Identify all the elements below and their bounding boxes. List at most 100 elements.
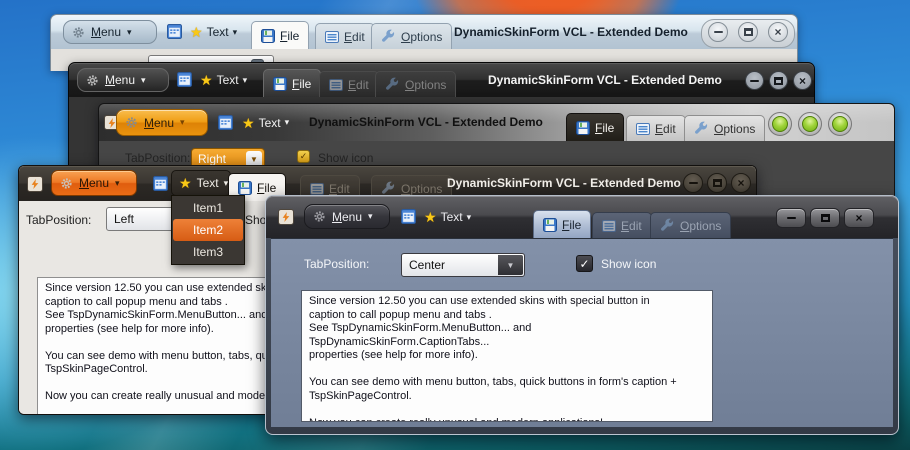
minimize-icon bbox=[688, 182, 698, 184]
check-icon: ✓ bbox=[299, 151, 308, 161]
maximize-button[interactable] bbox=[810, 208, 840, 228]
close-icon: × bbox=[737, 176, 745, 190]
floppy-disk-icon bbox=[238, 180, 252, 195]
menu-item-item3[interactable]: Item3 bbox=[173, 241, 243, 263]
text-menu-label: Text bbox=[196, 176, 219, 190]
calendar-icon[interactable] bbox=[401, 209, 416, 224]
tab-edit[interactable]: Edit bbox=[319, 71, 379, 97]
titlebar[interactable]: Menu ▾ ★ Text ▾ File Edit Options × bbox=[266, 196, 898, 238]
tab-options[interactable]: Options bbox=[371, 23, 453, 49]
tab-file[interactable]: File bbox=[263, 69, 322, 97]
maximize-button[interactable] bbox=[769, 71, 788, 90]
close-button[interactable] bbox=[828, 112, 852, 136]
tab-file-label: File bbox=[257, 180, 277, 195]
menu-button-label: Menu bbox=[144, 115, 175, 130]
text-menu-button[interactable]: ★ Text ▾ bbox=[171, 170, 231, 196]
minimize-button[interactable] bbox=[708, 22, 728, 42]
text-menu-button[interactable]: ★ Text ▾ bbox=[242, 104, 289, 141]
list-icon bbox=[325, 30, 339, 44]
calendar-icon[interactable] bbox=[167, 24, 182, 39]
tab-file[interactable]: File bbox=[533, 210, 592, 238]
maximize-button[interactable] bbox=[707, 173, 727, 193]
close-button[interactable]: × bbox=[768, 22, 788, 42]
window-slate-skin[interactable]: Menu ▾ ★ Text ▾ File Edit Options × TabP… bbox=[265, 195, 899, 435]
text-menu-button[interactable]: ★ Text ▾ bbox=[200, 63, 247, 97]
menu-item-item1[interactable]: Item1 bbox=[173, 197, 243, 219]
maximize-button[interactable] bbox=[738, 22, 758, 42]
floppy-disk-icon bbox=[543, 217, 557, 232]
green-orb-icon bbox=[832, 116, 848, 132]
text-menu-label: Text bbox=[440, 210, 463, 224]
combo-arrow-icon[interactable]: ▼ bbox=[498, 255, 523, 275]
menu-button[interactable]: Menu ▾ bbox=[304, 204, 390, 229]
menu-button-label: Menu bbox=[79, 176, 110, 190]
gear-icon bbox=[86, 74, 99, 87]
green-orb-icon bbox=[772, 116, 788, 132]
tabposition-combobox[interactable]: Center ▼ bbox=[401, 253, 525, 277]
gear-icon bbox=[313, 210, 326, 223]
star-icon: ★ bbox=[179, 175, 192, 191]
minimize-button[interactable] bbox=[745, 71, 764, 90]
calendar-icon[interactable] bbox=[177, 72, 192, 87]
minimize-button[interactable] bbox=[768, 112, 792, 136]
minimize-button[interactable] bbox=[776, 208, 806, 228]
calendar-icon[interactable] bbox=[218, 115, 233, 130]
tab-edit[interactable]: Edit bbox=[626, 115, 686, 141]
show-icon-checkbox[interactable]: ✓ bbox=[576, 255, 593, 272]
tab-file[interactable]: File bbox=[251, 21, 310, 49]
chevron-down-icon: ▾ bbox=[242, 74, 248, 85]
calendar-icon[interactable] bbox=[153, 176, 168, 191]
tab-options-label: Options bbox=[405, 77, 447, 92]
chevron-down-icon: ▾ bbox=[368, 211, 373, 221]
minimize-icon bbox=[713, 31, 723, 33]
desktop-wallpaper: Menu ▾ ★ Text ▾ File Edit Options Dynami… bbox=[0, 0, 910, 450]
info-memo[interactable]: Since version 12.50 you can use extended… bbox=[301, 290, 713, 422]
tab-options[interactable]: Options bbox=[375, 71, 457, 97]
check-icon: ✓ bbox=[579, 256, 590, 271]
menu-button[interactable]: Menu ▾ bbox=[63, 20, 157, 44]
gear-icon bbox=[125, 116, 138, 129]
app-icon bbox=[278, 209, 294, 225]
menu-button[interactable]: Menu ▾ bbox=[51, 170, 137, 196]
text-menu-button[interactable]: ★ Text ▾ bbox=[424, 196, 471, 238]
menu-button[interactable]: Menu ▾ bbox=[77, 68, 169, 92]
titlebar[interactable]: Menu ▾ ★ Text ▾ File Edit Options Dynami… bbox=[69, 63, 814, 98]
window-title: DynamicSkinForm VCL - Extended Demo bbox=[488, 73, 722, 87]
tab-edit-label: Edit bbox=[655, 121, 676, 136]
tab-file-label: File bbox=[280, 28, 300, 43]
wrench-icon bbox=[381, 181, 396, 196]
tab-edit-label: Edit bbox=[621, 218, 642, 233]
titlebar[interactable]: Menu ▾ ★ Text ▾ File Edit Options Dynami… bbox=[51, 15, 797, 50]
close-button[interactable]: × bbox=[844, 208, 874, 228]
close-button[interactable]: × bbox=[731, 173, 751, 193]
chevron-down-icon: ▾ bbox=[466, 211, 472, 222]
maximize-button[interactable] bbox=[798, 112, 822, 136]
wrench-icon bbox=[660, 218, 675, 233]
tab-edit[interactable]: Edit bbox=[592, 212, 652, 238]
tab-options[interactable]: Options bbox=[684, 115, 766, 141]
star-icon: ★ bbox=[190, 24, 203, 40]
menu-button-label: Menu bbox=[332, 209, 363, 224]
minimize-button[interactable] bbox=[683, 173, 703, 193]
wrench-icon bbox=[381, 29, 396, 44]
show-icon-label: Show icon bbox=[318, 151, 374, 165]
tabposition-label: TabPosition: bbox=[304, 257, 370, 271]
show-icon-checkbox[interactable]: ✓ bbox=[297, 150, 310, 163]
star-icon: ★ bbox=[424, 209, 437, 225]
floppy-disk-icon bbox=[273, 76, 287, 91]
menu-item-item2-selected[interactable]: Item2 bbox=[173, 219, 243, 241]
close-icon: × bbox=[774, 25, 782, 39]
close-button[interactable]: × bbox=[793, 71, 812, 90]
maximize-icon bbox=[774, 76, 783, 85]
close-icon: × bbox=[855, 211, 863, 225]
tab-file[interactable]: File bbox=[566, 113, 625, 141]
tab-options[interactable]: Options bbox=[650, 212, 732, 238]
tabposition-value: Left bbox=[114, 212, 135, 226]
menu-button[interactable]: Menu ▾ bbox=[116, 109, 208, 136]
window-body: TabPosition: Center ▼ ✓ Show icon Since … bbox=[271, 238, 893, 427]
chevron-down-icon: ▾ bbox=[180, 117, 185, 127]
tab-options-label: Options bbox=[401, 29, 443, 44]
text-menu-button[interactable]: ★ Text ▾ bbox=[190, 15, 237, 49]
tab-edit[interactable]: Edit bbox=[315, 23, 375, 49]
titlebar[interactable]: Menu ▾ ★ Text ▾ DynamicSkinForm VCL - Ex… bbox=[99, 104, 894, 142]
